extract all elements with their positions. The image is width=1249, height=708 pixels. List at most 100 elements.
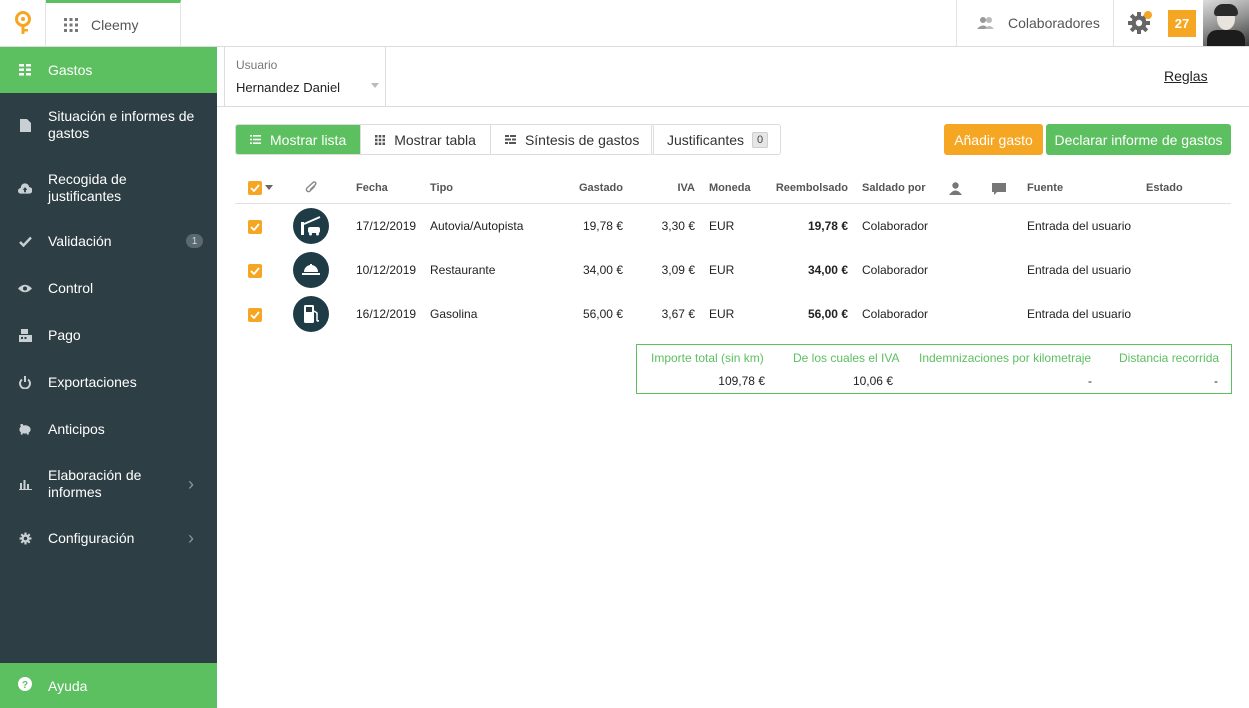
row-vat: 3,09 €	[661, 263, 695, 277]
caret-down-icon	[371, 83, 379, 88]
validation-count-badge: 1	[186, 234, 203, 248]
row-spent: 56,00 €	[582, 307, 623, 321]
eye-icon	[18, 281, 32, 295]
expense-summary-label: Síntesis de gastos	[524, 131, 640, 148]
column-header-reimbursed[interactable]: Reembolsado	[765, 182, 848, 194]
row-type: Autovia/Autopista	[430, 219, 524, 233]
row-reimbursed: 34,00 €	[807, 263, 848, 277]
row-source: Entrada del usuario	[1027, 307, 1132, 321]
total-vat-value: 10,06 €	[852, 374, 893, 388]
sidebar-item-label: Recogida de justificantes	[48, 171, 127, 204]
declare-report-button[interactable]: Declarar informe de gastos	[1046, 124, 1231, 155]
row-reimbursed: 56,00 €	[807, 307, 848, 321]
rules-link[interactable]: Reglas	[1164, 68, 1208, 84]
totals-summary-box: Importe total (sin km) 109,78 € De los c…	[636, 344, 1232, 394]
cleemy-logo[interactable]	[0, 0, 46, 46]
column-header-type[interactable]: Tipo	[430, 182, 453, 194]
list-icon	[250, 135, 261, 144]
sidebar: Gastos Situación e informes de gastos Re…	[0, 47, 217, 708]
comment-icon	[992, 183, 1006, 199]
sidebar-item-exportaciones[interactable]: Exportaciones	[0, 361, 217, 403]
show-list-label: Mostrar lista	[270, 131, 347, 148]
expenses-table-header: Fecha Tipo Gastado IVA Moneda Reembolsad…	[235, 173, 1231, 204]
mileage-allowance-value: -	[1088, 374, 1092, 388]
column-header-vat[interactable]: IVA	[645, 182, 695, 194]
select-all-checkbox[interactable]	[248, 181, 262, 195]
row-type: Restaurante	[430, 263, 496, 277]
row-spent: 34,00 €	[582, 263, 623, 277]
sidebar-item-label: Configuración	[48, 529, 135, 546]
sidebar-item-anticipos[interactable]: Anticipos	[0, 408, 217, 450]
bar-chart-icon	[18, 477, 32, 491]
row-checkbox[interactable]	[248, 308, 262, 322]
row-currency: EUR	[709, 307, 735, 321]
table-row[interactable]: 17/12/2019 Autovia/Autopista 19,78 € 3,3…	[235, 204, 1231, 248]
user-select[interactable]: Usuario Hernandez Daniel	[224, 47, 386, 107]
distance-value: -	[1214, 374, 1218, 388]
column-header-date[interactable]: Fecha	[356, 182, 388, 194]
user-select-value: Hernandez Daniel	[236, 80, 341, 95]
column-header-currency[interactable]: Moneda	[709, 182, 751, 194]
column-header-spent[interactable]: Gastado	[553, 182, 623, 194]
sidebar-item-label: Elaboración de informes	[48, 467, 142, 500]
sidebar-item-pago[interactable]: Pago	[0, 314, 217, 356]
row-checkbox[interactable]	[248, 220, 262, 234]
row-date: 16/12/2019	[356, 307, 417, 321]
user-select-label: Usuario	[236, 58, 278, 72]
row-source: Entrada del usuario	[1027, 263, 1132, 277]
fuel-icon	[293, 296, 329, 332]
row-source: Entrada del usuario	[1027, 219, 1132, 233]
add-expense-button[interactable]: Añadir gasto	[944, 124, 1043, 155]
sidebar-item-label: Pago	[48, 326, 81, 343]
user-avatar[interactable]	[1203, 0, 1249, 46]
row-spent: 19,78 €	[582, 219, 623, 233]
total-amount-label: Importe total (sin km)	[651, 351, 764, 365]
grid-icon	[18, 63, 32, 77]
row-paid-by: Colaborador	[862, 263, 929, 277]
sidebar-item-label: Exportaciones	[48, 373, 137, 390]
column-header-status[interactable]: Estado	[1146, 182, 1183, 194]
sidebar-item-situacion[interactable]: Situación e informes de gastos	[0, 94, 217, 156]
app-name: Cleemy	[91, 16, 139, 33]
show-list-button[interactable]: Mostrar lista	[236, 125, 362, 154]
row-vat: 3,30 €	[661, 219, 695, 233]
select-menu-caret-icon[interactable]	[265, 185, 273, 190]
summary-icon	[504, 135, 516, 144]
sidebar-item-validacion[interactable]: Validación 1	[0, 220, 217, 262]
logo-icon	[14, 11, 31, 34]
app-tab-cleemy[interactable]: Cleemy	[46, 0, 181, 46]
receipts-count-badge: 0	[752, 131, 769, 148]
sidebar-item-label: Validación	[48, 232, 112, 249]
row-paid-by: Colaborador	[862, 307, 929, 321]
receipts-label: Justificantes	[667, 131, 745, 148]
table-row[interactable]: 16/12/2019 Gasolina 56,00 € 3,67 € EUR 5…	[235, 292, 1231, 336]
table-row[interactable]: 10/12/2019 Restaurante 34,00 € 3,09 € EU…	[235, 248, 1231, 292]
settings-button[interactable]	[1114, 0, 1164, 46]
chevron-right-icon: ›	[188, 473, 194, 494]
column-header-paid-by[interactable]: Saldado por	[862, 182, 926, 194]
check-icon	[18, 234, 32, 248]
collaborators-button[interactable]: Colaboradores	[956, 0, 1114, 46]
row-date: 17/12/2019	[356, 219, 417, 233]
toll-road-icon	[293, 208, 329, 244]
sidebar-item-label: Anticipos	[48, 420, 105, 437]
notification-count-badge[interactable]: 27	[1168, 10, 1196, 37]
receipts-button[interactable]: Justificantes 0	[651, 124, 781, 155]
help-button[interactable]: ? Ayuda	[0, 663, 217, 708]
person-icon	[949, 182, 962, 198]
sidebar-item-control[interactable]: Control	[0, 267, 217, 309]
sidebar-item-elaboracion[interactable]: Elaboración de informes ›	[0, 455, 217, 513]
row-vat: 3,67 €	[661, 307, 695, 321]
export-icon	[18, 375, 32, 389]
table-grid-icon	[375, 134, 386, 145]
sidebar-item-recogida[interactable]: Recogida de justificantes	[0, 157, 217, 219]
expense-summary-button[interactable]: Síntesis de gastos	[490, 125, 654, 154]
row-currency: EUR	[709, 219, 735, 233]
sidebar-item-configuracion[interactable]: Configuración ›	[0, 517, 217, 559]
column-header-source[interactable]: Fuente	[1027, 182, 1063, 194]
show-table-button[interactable]: Mostrar tabla	[361, 125, 491, 154]
piggy-bank-icon	[18, 422, 32, 436]
row-checkbox[interactable]	[248, 264, 262, 278]
sidebar-item-gastos[interactable]: Gastos	[0, 47, 217, 93]
paperclip-icon	[305, 181, 318, 198]
